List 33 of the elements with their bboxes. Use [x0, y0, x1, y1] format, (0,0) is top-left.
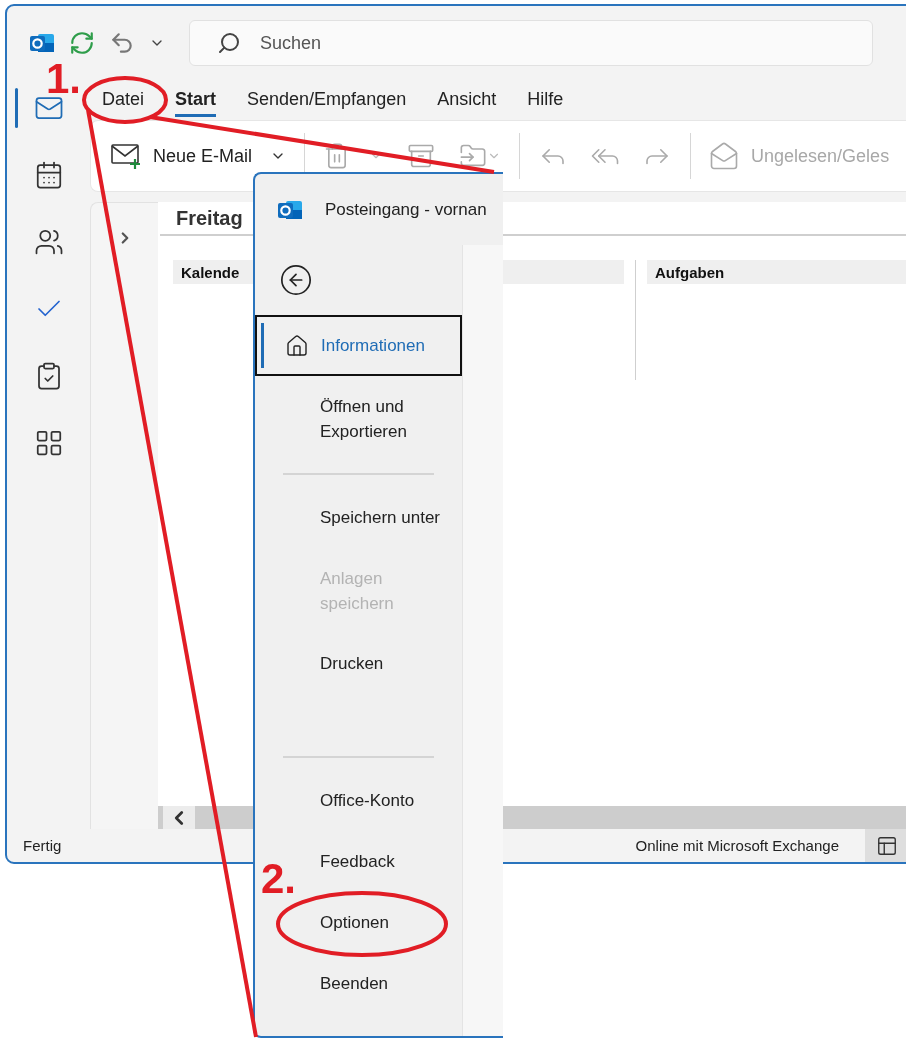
backstage-menu-item[interactable]: Office-Konto [315, 770, 462, 831]
new-mail-icon [111, 142, 143, 170]
backstage-menu-item[interactable]: Öffnen und Exportieren [315, 376, 462, 461]
layout-icon [876, 834, 898, 857]
ribbon-tab[interactable]: Senden/Empfangen [247, 83, 407, 117]
backstage-menu-item[interactable]: Drucken [315, 633, 462, 694]
scroll-left-button[interactable] [163, 806, 195, 829]
sync-icon[interactable] [69, 30, 95, 56]
ribbon-tab[interactable]: Start [175, 83, 217, 117]
home-icon [285, 333, 309, 358]
ribbon-tab[interactable]: Ansicht [437, 83, 497, 117]
view-button[interactable] [865, 829, 906, 862]
back-icon[interactable] [279, 263, 313, 297]
search-field[interactable]: Suchen [189, 20, 873, 66]
backstage-title: Posteingang - vornan [325, 199, 487, 220]
search-icon [217, 31, 241, 55]
ribbon-tab[interactable]: Datei [102, 83, 145, 117]
column-header: Aufgaben [647, 260, 906, 284]
undo-icon[interactable] [109, 30, 135, 56]
new-mail-button[interactable]: Neue E-Mail [111, 142, 287, 170]
backstage-menu-item[interactable]: Informationen [255, 315, 462, 376]
step-label: 1. [46, 58, 82, 100]
day-heading: Freitag [176, 207, 243, 230]
backstage-menu-item[interactable]: Beenden [315, 953, 462, 1014]
step-label: 2. [261, 858, 297, 900]
backstage-menu-item[interactable]: Optionen [315, 892, 462, 953]
people-icon [33, 227, 64, 257]
ribbon-tab[interactable]: Hilfe [527, 83, 564, 117]
connection-status: Online mit Microsoft Exchange [635, 837, 839, 854]
backstage-menu-item[interactable]: Speichern unter [315, 487, 462, 548]
backstage-menu-item[interactable]: Feedback [315, 831, 462, 892]
status-text: Fertig [23, 837, 62, 854]
archive-icon[interactable] [407, 142, 436, 170]
